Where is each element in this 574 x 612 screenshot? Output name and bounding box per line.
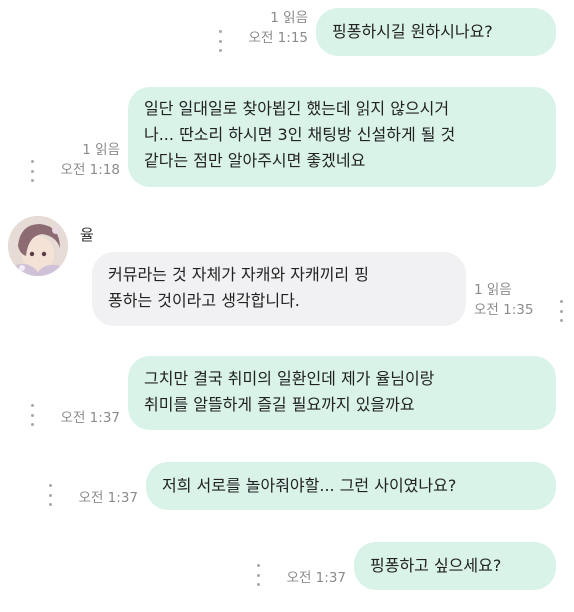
message-time: 오전 1:15 [248, 30, 308, 46]
message-time: 오전 1:18 [60, 162, 120, 178]
message-bubble[interactable]: 그치만 결국 취미의 일환인데 제가 율님이랑 취미를 알뜰하게 즐길 필요까지… [128, 356, 556, 430]
message-bubble[interactable]: 커뮤라는 것 자체가 자캐와 자캐끼리 핑 퐁하는 것이라고 생각합니다. [92, 252, 466, 326]
message-meta: 1 읽음 오전 1:15 [228, 8, 308, 48]
profile-avatar[interactable] [8, 216, 68, 276]
sender-name: 율 [80, 226, 94, 244]
message-meta: 오전 1:37 [266, 568, 346, 588]
message-meta: 오전 1:37 [40, 408, 120, 428]
message-time: 오전 1:37 [78, 490, 138, 506]
message-more-icon[interactable] [28, 160, 36, 182]
message-meta: 1 읽음 오전 1:18 [40, 140, 120, 180]
message-more-icon[interactable] [557, 300, 565, 322]
message-bubble[interactable]: 핑퐁하시길 원하시나요? [316, 8, 556, 56]
read-count: 1 읽음 [474, 282, 512, 298]
avatar-image [8, 216, 68, 276]
message-more-icon[interactable] [254, 564, 262, 586]
message-time: 오전 1:35 [474, 302, 534, 318]
message-time: 오전 1:37 [286, 570, 346, 586]
read-count: 1 읽음 [270, 10, 308, 26]
message-meta: 오전 1:37 [58, 488, 138, 508]
message-bubble[interactable]: 핑퐁하고 싶으세요? [354, 542, 556, 590]
message-more-icon[interactable] [46, 484, 54, 506]
chat-thread: 1 읽음 오전 1:15 핑퐁하시길 원하시나요? 1 읽음 오전 1:18 일… [0, 0, 574, 612]
message-more-icon[interactable] [28, 404, 36, 426]
message-bubble[interactable]: 저희 서로를 놀아줘야할... 그런 사이였나요? [146, 462, 556, 510]
message-bubble[interactable]: 일단 일대일로 찾아뵙긴 했는데 읽지 않으시거 나... 딴소리 하시면 3인… [128, 87, 556, 187]
read-count: 1 읽음 [82, 142, 120, 158]
message-meta: 1 읽음 오전 1:35 [474, 280, 554, 320]
message-time: 오전 1:37 [60, 410, 120, 426]
message-more-icon[interactable] [216, 30, 224, 52]
